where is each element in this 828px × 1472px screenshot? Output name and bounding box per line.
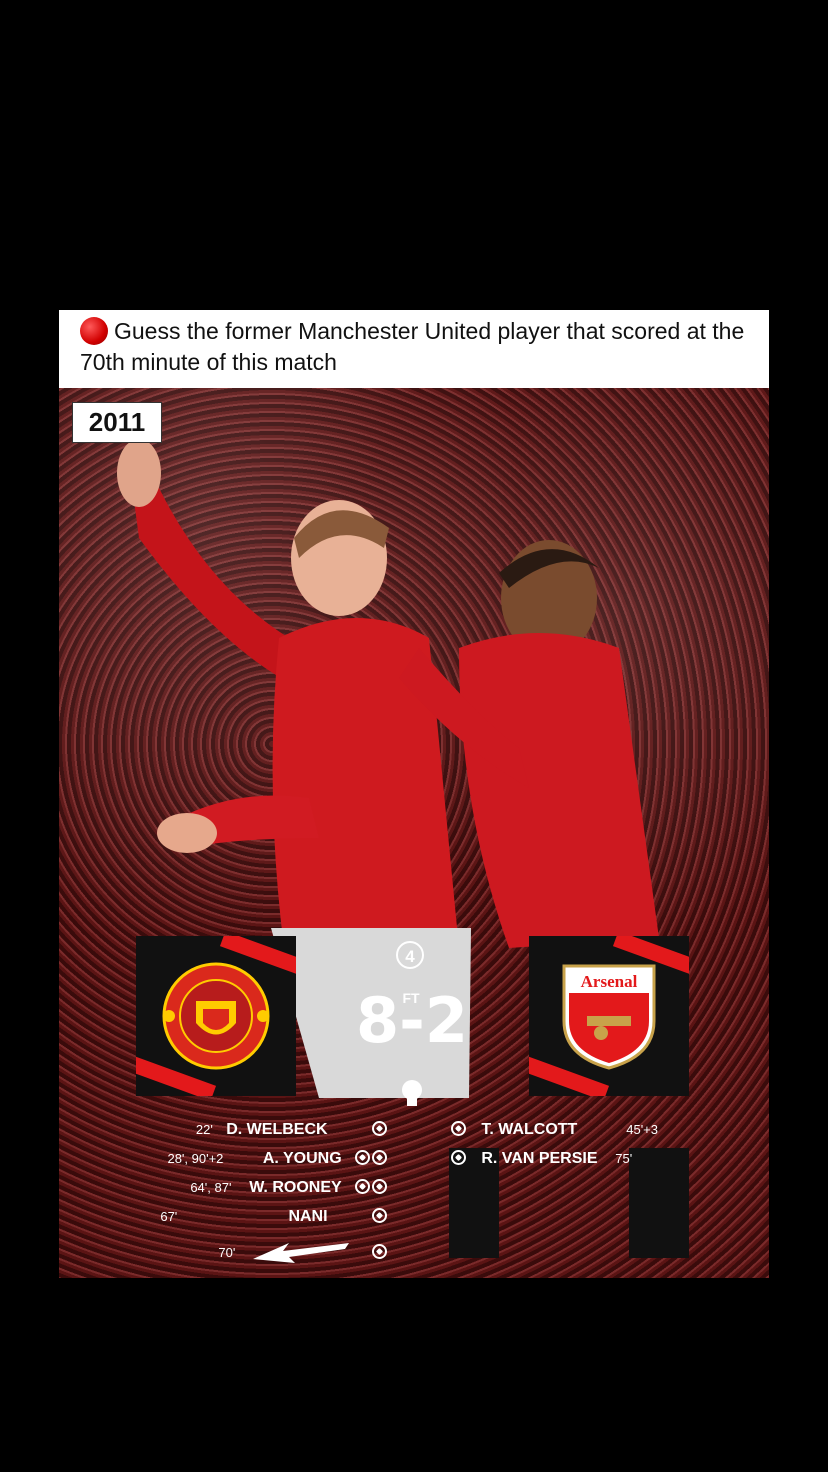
away-club-name: Arsenal [581, 972, 638, 991]
match-photo: 2011 Arsenal 4 FT 8-2 22' D. WELBECK 28'… [59, 388, 769, 1278]
home-scorer-row: 28', 90'+2 A. YOUNG [167, 1150, 389, 1168]
home-score: 8 [355, 984, 400, 1057]
premier-league-icon [402, 1080, 422, 1106]
arsenal-crest-icon: Arsenal [562, 964, 656, 1070]
home-scorer-row: 64', 87' W. ROONEY [190, 1179, 389, 1197]
question-caption: Guess the former Manchester United playe… [59, 310, 769, 388]
goal-ball-icon [372, 1150, 387, 1165]
goal-ball-icon [372, 1121, 387, 1136]
goal-ball-icon [372, 1179, 387, 1194]
goal-ball-icon [372, 1244, 387, 1259]
matchday-number: 4 [405, 947, 415, 966]
away-scorer-row: T. WALCOTT 45'+3 [451, 1121, 658, 1139]
away-club-card: Arsenal [529, 936, 689, 1096]
home-scorer-row: 70' [218, 1237, 389, 1265]
hidden-name-arrow-icon [252, 1243, 349, 1263]
away-score: 2 [424, 984, 468, 1057]
goal-ball-icon [355, 1150, 370, 1165]
goal-ball-icon [451, 1150, 466, 1165]
home-scorer-row: 22' D. WELBECK [196, 1121, 389, 1139]
goal-ball-icon [451, 1121, 466, 1136]
goal-ball-icon [372, 1208, 387, 1223]
question-text: Guess the former Manchester United playe… [80, 318, 745, 375]
red-circle-icon [80, 317, 108, 345]
home-scorer-row: 67' NANI [160, 1208, 389, 1226]
goal-ball-icon [355, 1179, 370, 1194]
home-club-card [136, 936, 296, 1096]
players-illustration [117, 438, 689, 1258]
away-scorer-row: R. VAN PERSIE 75' [451, 1150, 632, 1168]
scoreline: 8-2 [355, 984, 468, 1057]
man-utd-crest-icon [162, 962, 270, 1070]
matchday-badge: 4 [396, 941, 424, 969]
year-badge: 2011 [72, 402, 162, 443]
